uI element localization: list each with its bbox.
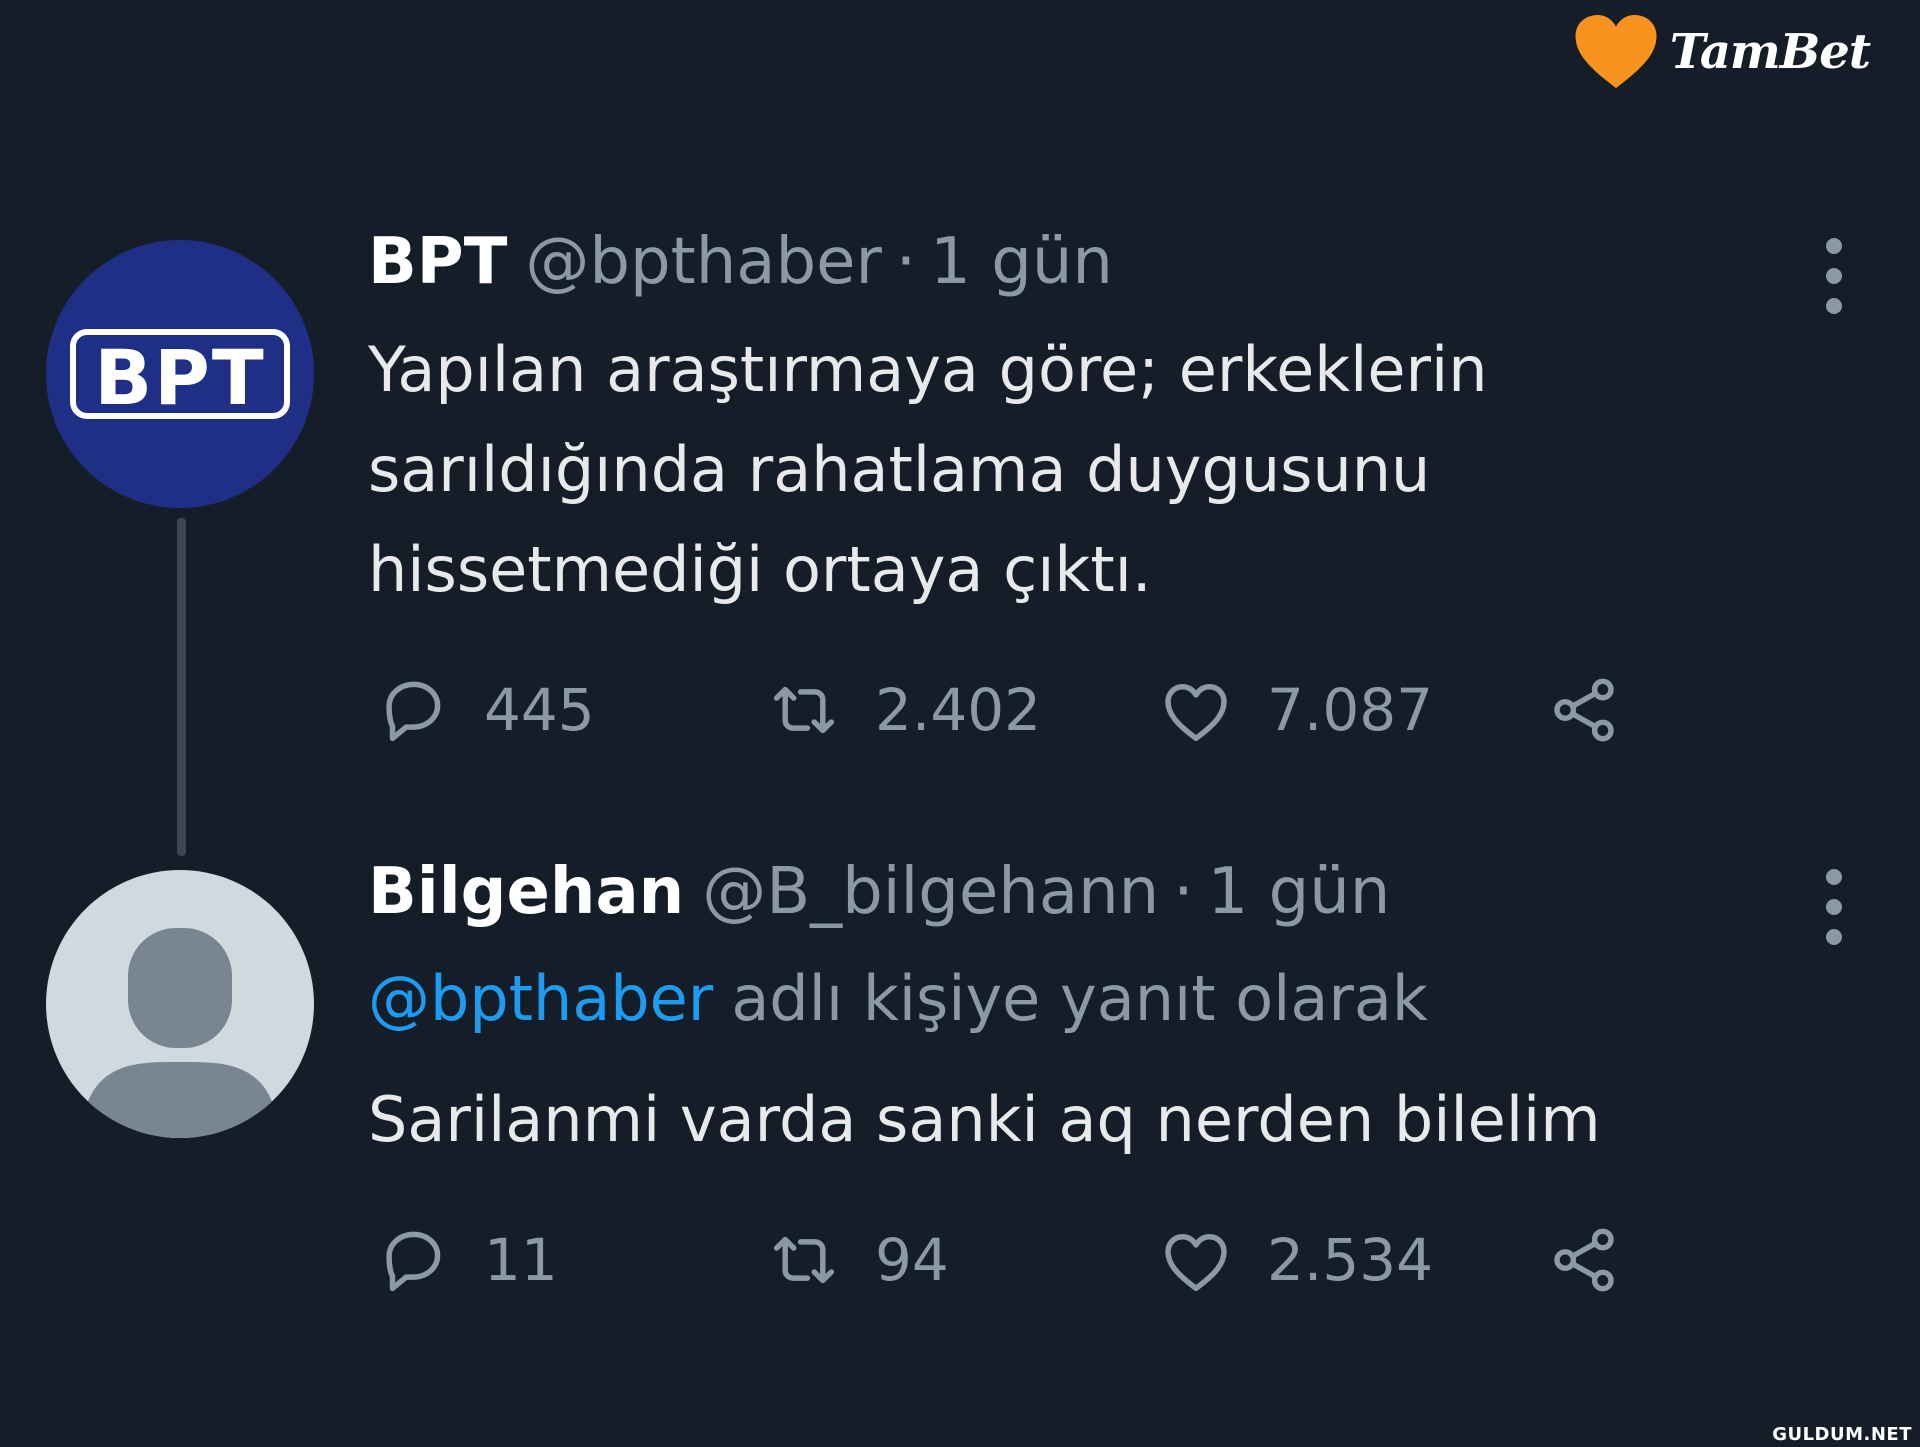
reply-icon [386, 1231, 441, 1292]
separator: · [1173, 855, 1194, 929]
mention-link[interactable]: @bpthaber [368, 962, 713, 1035]
retweet-icon [773, 1236, 835, 1284]
like-icon [1165, 684, 1227, 742]
avatar[interactable] [46, 870, 314, 1138]
share-icon [1554, 1228, 1614, 1292]
user-handle[interactable]: @bpthaber [525, 225, 881, 299]
tweet-header: BPT @bpthaber · 1 gün [368, 225, 1113, 299]
avatar[interactable]: BPT [46, 240, 314, 508]
logo-text: TamBet [1669, 24, 1871, 80]
retweet-count: 2.402 [875, 676, 1042, 744]
retweet-icon [773, 686, 835, 734]
share-button[interactable] [1543, 669, 1625, 751]
like-button[interactable]: 7.087 [1155, 669, 1433, 751]
avatar-text: BPT [94, 333, 265, 422]
more-icon[interactable] [1824, 238, 1844, 314]
retweet-button[interactable]: 94 [763, 1219, 949, 1301]
tweet-text-line: Yapılan araştırmaya göre; erkeklerin [368, 333, 1488, 406]
display-name[interactable]: BPT [368, 225, 507, 299]
reply-count: 445 [484, 676, 595, 744]
watermark: GULDUM.NET [1772, 1424, 1912, 1445]
tweet-text-line: sarıldığında rahatlama duygusunu [368, 433, 1431, 506]
share-button[interactable] [1543, 1219, 1625, 1301]
thread-connector [177, 518, 186, 856]
share-icon [1554, 678, 1614, 742]
tweet-text-line: Sarilanmi varda sanki aq nerden bilelim [368, 1083, 1601, 1156]
tweet-text: Yapılan araştırmaya göre; erkeklerin sar… [368, 320, 1488, 620]
retweet-count: 94 [875, 1226, 949, 1294]
reply-button[interactable]: 445 [372, 669, 595, 751]
tambet-logo[interactable]: TamBet [1572, 12, 1871, 92]
display-name[interactable]: Bilgehan [368, 855, 684, 929]
heart-icon [1575, 15, 1657, 89]
like-count: 7.087 [1267, 676, 1434, 744]
timestamp[interactable]: 1 gün [930, 225, 1113, 299]
tweet-header: Bilgehan @B_bilgehann · 1 gün [368, 855, 1390, 929]
reply-icon [386, 681, 441, 742]
reply-context-text: adlı kişiye yanıt olarak [731, 962, 1428, 1035]
like-count: 2.534 [1267, 1226, 1434, 1294]
separator: · [895, 225, 917, 299]
reply-button[interactable]: 11 [372, 1219, 558, 1301]
bpt-avatar-logo: BPT [70, 329, 290, 422]
retweet-button[interactable]: 2.402 [763, 669, 1041, 751]
like-icon [1165, 1234, 1227, 1292]
more-icon[interactable] [1824, 869, 1844, 945]
timestamp[interactable]: 1 gün [1208, 855, 1391, 929]
tweet-text-line: hissetmediği ortaya çıktı. [368, 533, 1152, 606]
like-button[interactable]: 2.534 [1155, 1219, 1433, 1301]
reply-context: @bpthaber adlı kişiye yanıt olarak [368, 962, 1428, 1035]
default-profile-icon [80, 928, 280, 1138]
user-handle[interactable]: @B_bilgehann [702, 855, 1159, 929]
tweet-text: Sarilanmi varda sanki aq nerden bilelim [368, 1070, 1601, 1170]
reply-count: 11 [484, 1226, 558, 1294]
